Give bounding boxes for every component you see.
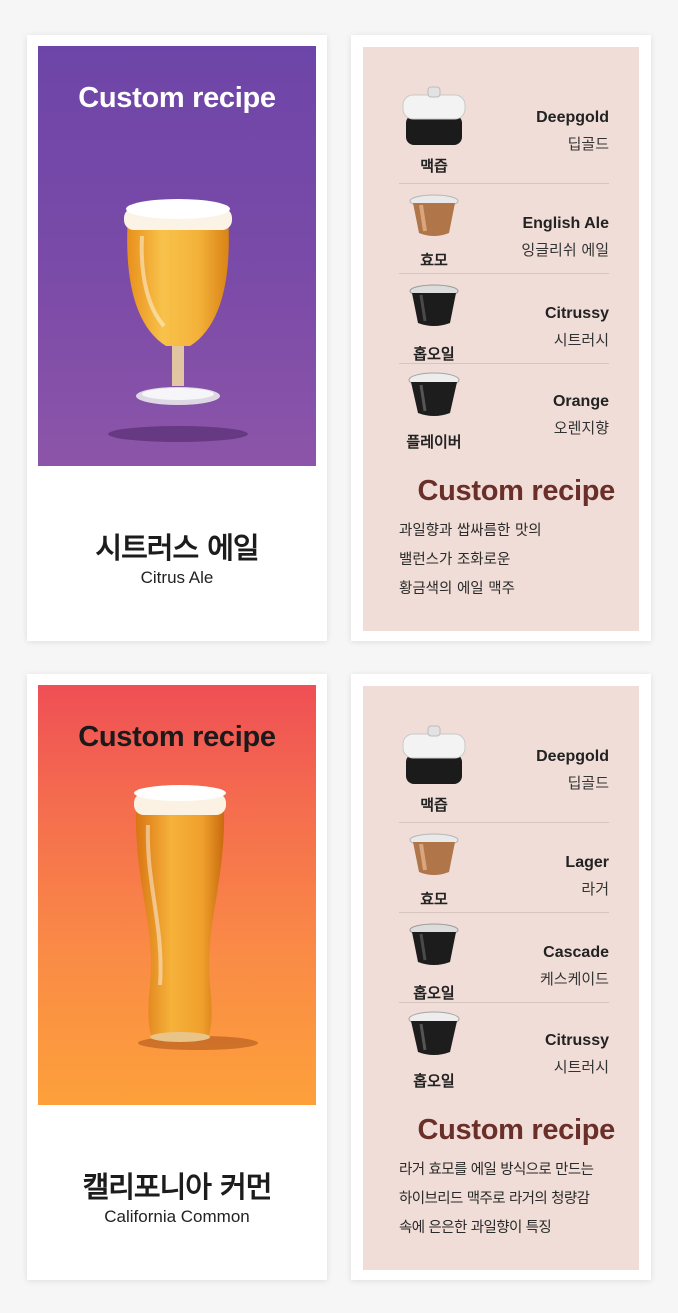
ingredient-name-english: Deepgold (536, 748, 609, 765)
ingredient-name-english: Orange (552, 393, 609, 410)
divider (399, 1002, 609, 1003)
beer-visual: Custom recipe (38, 685, 316, 1105)
ingredient-category: 홉오일 (413, 984, 455, 1002)
ingredient-name-english: Citrussy (544, 1032, 609, 1049)
recipe-title: Custom recipe (417, 1114, 615, 1146)
goblet-glass-image (108, 199, 248, 442)
divider (399, 273, 609, 274)
ingredient-row: 홉오일 Citrussy 시트러시 (399, 279, 609, 369)
ingredient-name-korean: 잉글리쉬 에일 (521, 241, 609, 259)
ingredient-category: 맥즙 (420, 796, 448, 814)
description-line: 속에 은은한 과일향이 특징 (399, 1220, 552, 1236)
description-line: 라거 효모를 에일 방식으로 만드는 (399, 1162, 594, 1178)
ingredient-name-korean: 오렌지향 (553, 419, 609, 437)
ingredient-name-english: English Ale (522, 215, 609, 232)
recipe-description: 라거 효모를 에일 방식으로 만드는 하이브리드 맥주로 라거의 청량감 속에 … (399, 1156, 619, 1243)
ingredient-row: 홉오일 Citrussy 시트러시 (399, 1006, 609, 1096)
beer-name-korean: 시트러스 에일 (95, 531, 259, 565)
ingredient-name-english: Lager (565, 854, 609, 871)
ingredient-name-korean: 시트러시 (553, 1058, 609, 1076)
beer-image-card: Custom recipe 시트러스 에일 Citrus Ale (27, 35, 327, 641)
beer-name-english: Citrus Ale (140, 568, 214, 587)
recipe-description: 과일향과 쌉싸름한 맛의 밸런스가 조화로운 황금색의 에일 맥주 (399, 517, 619, 604)
ingredient-row: 효모 Lager 라거 (399, 826, 609, 916)
divider (399, 912, 609, 913)
ingredient-name-korean: 시트러시 (553, 331, 609, 349)
beer-name-korean: 캘리포니아 커먼 (82, 1170, 273, 1204)
ingredient-row: 맥즙 Deepgold 딥골드 (399, 725, 609, 822)
ingredient-name-english: Citrussy (544, 305, 609, 322)
ingredient-row: 효모 English Ale 잉글리쉬 에일 (399, 187, 609, 277)
ingredient-name-korean: 케스케이드 (539, 970, 609, 988)
beer-image-card: Custom recipe 캘리포니아 커먼 California Common (27, 674, 327, 1280)
ingredient-category: 맥즙 (420, 157, 448, 175)
beer-visual: Custom recipe (38, 46, 316, 466)
ingredient-category: 홉오일 (413, 345, 455, 363)
ingredient-row: 맥즙 Deepgold 딥골드 (399, 86, 609, 183)
ingredient-name-korean: 라거 (581, 880, 609, 898)
ingredient-row: 플레이버 Orange 오렌지향 (399, 367, 609, 457)
description-line: 밸런스가 조화로운 (399, 552, 511, 568)
beer-name-english: California Common (104, 1207, 250, 1226)
recipe-card: 맥즙 Deepgold 딥골드 효모 English Ale 잉글리쉬 에일 홉… (351, 35, 651, 641)
ingredient-name-english: Cascade (543, 944, 609, 961)
ingredient-category: 플레이버 (406, 433, 462, 451)
ingredient-category: 홉오일 (413, 1072, 455, 1090)
divider (399, 183, 609, 184)
recipe-card: 맥즙 Deepgold 딥골드 효모 Lager 라거 홉오일 Cascade … (351, 674, 651, 1280)
recipe-title: Custom recipe (417, 475, 615, 507)
divider (399, 822, 609, 823)
divider (399, 363, 609, 364)
description-line: 황금색의 에일 맥주 (399, 581, 515, 597)
ingredient-name-english: Deepgold (536, 109, 609, 126)
ingredient-category: 효모 (420, 890, 448, 908)
description-line: 과일향과 쌉싸름한 맛의 (399, 523, 542, 539)
recipe-panel: 맥즙 Deepgold 딥골드 효모 Lager 라거 홉오일 Cascade … (363, 686, 639, 1270)
ingredient-name-korean: 딥골드 (567, 774, 609, 792)
ingredient-row: 홉오일 Cascade 케스케이드 (399, 918, 609, 1008)
ingredient-name-korean: 딥골드 (567, 135, 609, 153)
pilsner-glass-image (134, 785, 258, 1050)
description-line: 하이브리드 맥주로 라거의 청량감 (399, 1191, 590, 1207)
ingredient-category: 효모 (420, 251, 448, 269)
recipe-panel: 맥즙 Deepgold 딥골드 효모 English Ale 잉글리쉬 에일 홉… (363, 47, 639, 631)
